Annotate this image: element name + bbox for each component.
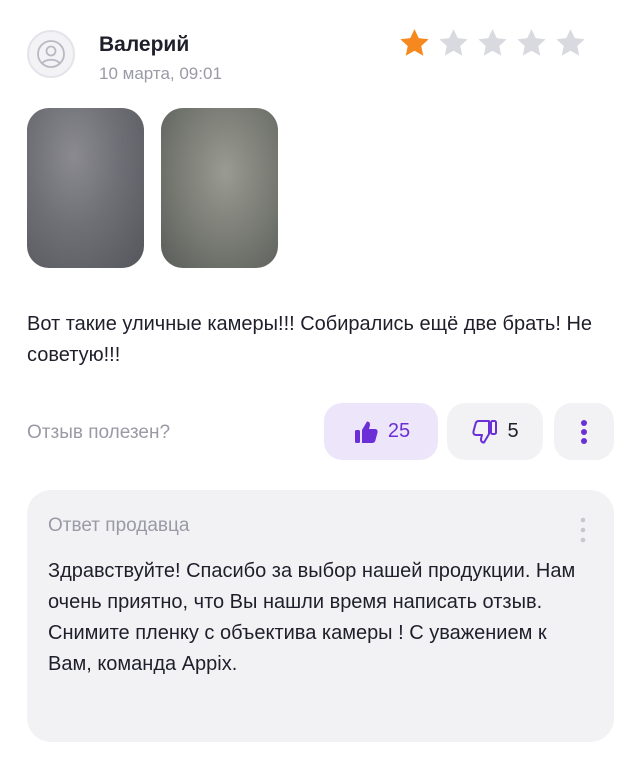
like-count: 25 bbox=[387, 420, 411, 442]
seller-reply: Ответ продавца Здравствуйте! Спасибо за … bbox=[27, 490, 614, 742]
dislike-count: 5 bbox=[507, 420, 519, 442]
review-author: Валерий bbox=[99, 33, 190, 56]
seller-reply-title: Ответ продавца bbox=[48, 515, 190, 536]
seller-reply-text: Здравствуйте! Спасибо за выбор нашей про… bbox=[48, 560, 576, 675]
review-card: Валерий 10 марта, 09:01 Вот такие уличны… bbox=[0, 0, 640, 759]
star-icon bbox=[439, 29, 468, 56]
more-vertical-icon bbox=[581, 419, 587, 444]
user-icon bbox=[37, 40, 65, 68]
star-icon bbox=[478, 29, 507, 56]
star-icon bbox=[556, 29, 585, 56]
review-photo-1[interactable] bbox=[27, 108, 144, 268]
star-icon bbox=[400, 29, 429, 56]
helpful-label: Отзыв полезен? bbox=[27, 422, 171, 443]
star-icon bbox=[517, 29, 546, 56]
thumbs-down-icon bbox=[472, 419, 498, 443]
avatar[interactable] bbox=[27, 30, 75, 78]
like-button[interactable]: 25 bbox=[324, 403, 438, 460]
more-vertical-icon[interactable] bbox=[575, 512, 591, 548]
dislike-button[interactable]: 5 bbox=[447, 403, 543, 460]
review-date: 10 марта, 09:01 bbox=[99, 64, 222, 83]
review-text: Вот такие уличные камеры!!! Собирались е… bbox=[27, 313, 593, 366]
review-photo-2[interactable] bbox=[161, 108, 278, 268]
more-options-button[interactable] bbox=[554, 403, 614, 460]
rating-stars bbox=[398, 27, 587, 60]
thumbs-up-icon bbox=[354, 421, 378, 443]
